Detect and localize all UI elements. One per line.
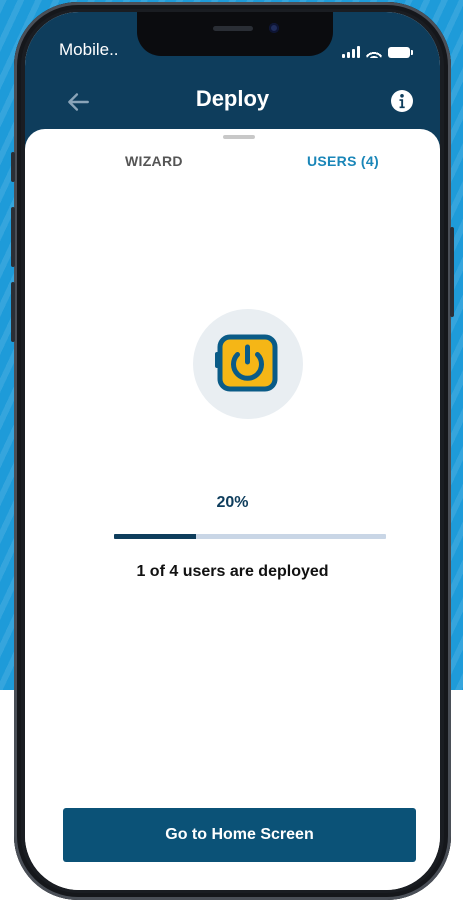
progress-bar-fill <box>114 534 196 539</box>
power-button <box>450 227 454 317</box>
notch <box>137 12 333 56</box>
device-power-icon <box>215 334 278 392</box>
drag-handle[interactable] <box>223 135 255 139</box>
deploy-status-illustration <box>193 309 303 419</box>
deploy-status-message: 1 of 4 users are deployed <box>136 563 329 580</box>
camera <box>269 23 279 33</box>
volume-down-button <box>11 282 15 342</box>
phone-frame: Mobile.. Deploy WIZARD USERS (4) 20% 1 o… <box>11 2 454 900</box>
progress-bar <box>114 534 386 539</box>
carrier-label: Mobile.. <box>59 40 119 59</box>
progress-percent: 20% <box>216 494 249 511</box>
mute-switch <box>11 152 15 182</box>
volume-up-button <box>11 207 15 267</box>
page-title: Deploy <box>195 86 270 111</box>
tab-users[interactable]: USERS (4) <box>307 153 379 169</box>
phone-screen: Mobile.. Deploy WIZARD USERS (4) 20% 1 o… <box>25 12 440 890</box>
info-icon[interactable] <box>390 89 414 113</box>
battery-icon <box>388 47 413 58</box>
content-sheet: WIZARD USERS (4) 20% 1 of 4 users are de… <box>25 129 440 890</box>
tab-wizard[interactable]: WIZARD <box>125 153 183 169</box>
go-home-button[interactable]: Go to Home Screen <box>63 808 416 862</box>
status-icons <box>342 44 413 58</box>
signal-icon <box>342 46 360 58</box>
speaker <box>213 26 253 31</box>
wifi-icon <box>366 46 382 58</box>
